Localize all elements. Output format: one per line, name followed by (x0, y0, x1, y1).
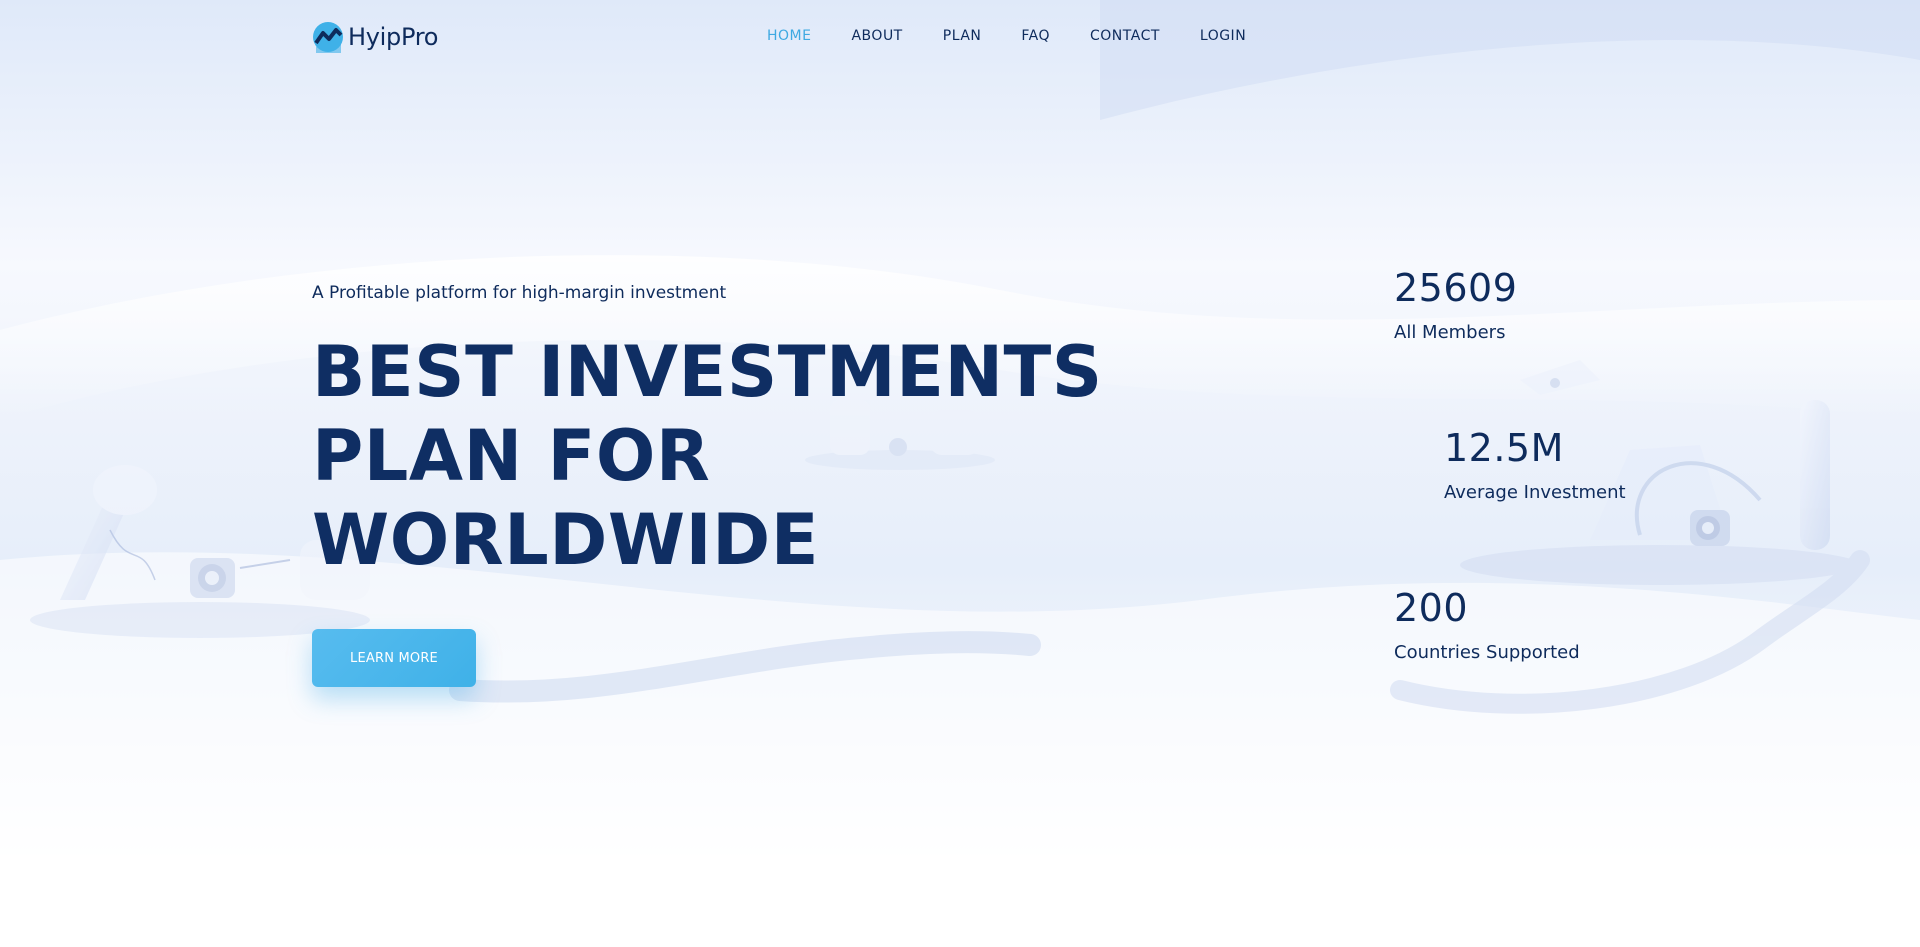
stat-label: Average Investment (1444, 482, 1626, 503)
nav-faq[interactable]: FAQ (1021, 27, 1050, 45)
stat-label: Countries Supported (1394, 642, 1580, 663)
learn-more-button[interactable]: LEARN MORE (312, 629, 476, 687)
stat-average-investment: 12.5M Average Investment (1444, 426, 1626, 503)
nav-plan[interactable]: PLAN (943, 27, 982, 45)
stat-label: All Members (1394, 322, 1506, 343)
stat-countries: 200 Countries Supported (1394, 586, 1580, 663)
logo-mark-icon (313, 22, 343, 53)
stat-value: 12.5M (1444, 426, 1564, 470)
stat-members: 25609 All Members (1394, 266, 1517, 343)
nav-login[interactable]: LOGIN (1200, 27, 1246, 45)
nav-about[interactable]: ABOUT (851, 27, 902, 45)
brand-logo[interactable]: HyipPro (312, 20, 438, 54)
hero-headline: BEST INVESTMENTS PLAN FOR WORLDWIDE (312, 330, 1103, 582)
headline-line-1: BEST INVESTMENTS (312, 331, 1103, 413)
nav-home[interactable]: HOME (767, 27, 811, 45)
brand-name: HyipPro (348, 23, 439, 51)
headline-line-3: WORLDWIDE (312, 499, 820, 581)
nav-contact[interactable]: CONTACT (1090, 27, 1160, 45)
headline-line-2: PLAN FOR (312, 415, 711, 497)
stat-value: 200 (1394, 586, 1469, 630)
hero-kicker: A Profitable platform for high-margin in… (312, 283, 727, 303)
stat-value: 25609 (1394, 266, 1518, 310)
main-nav: HOME ABOUT PLAN FAQ CONTACT LOGIN (767, 27, 1246, 45)
